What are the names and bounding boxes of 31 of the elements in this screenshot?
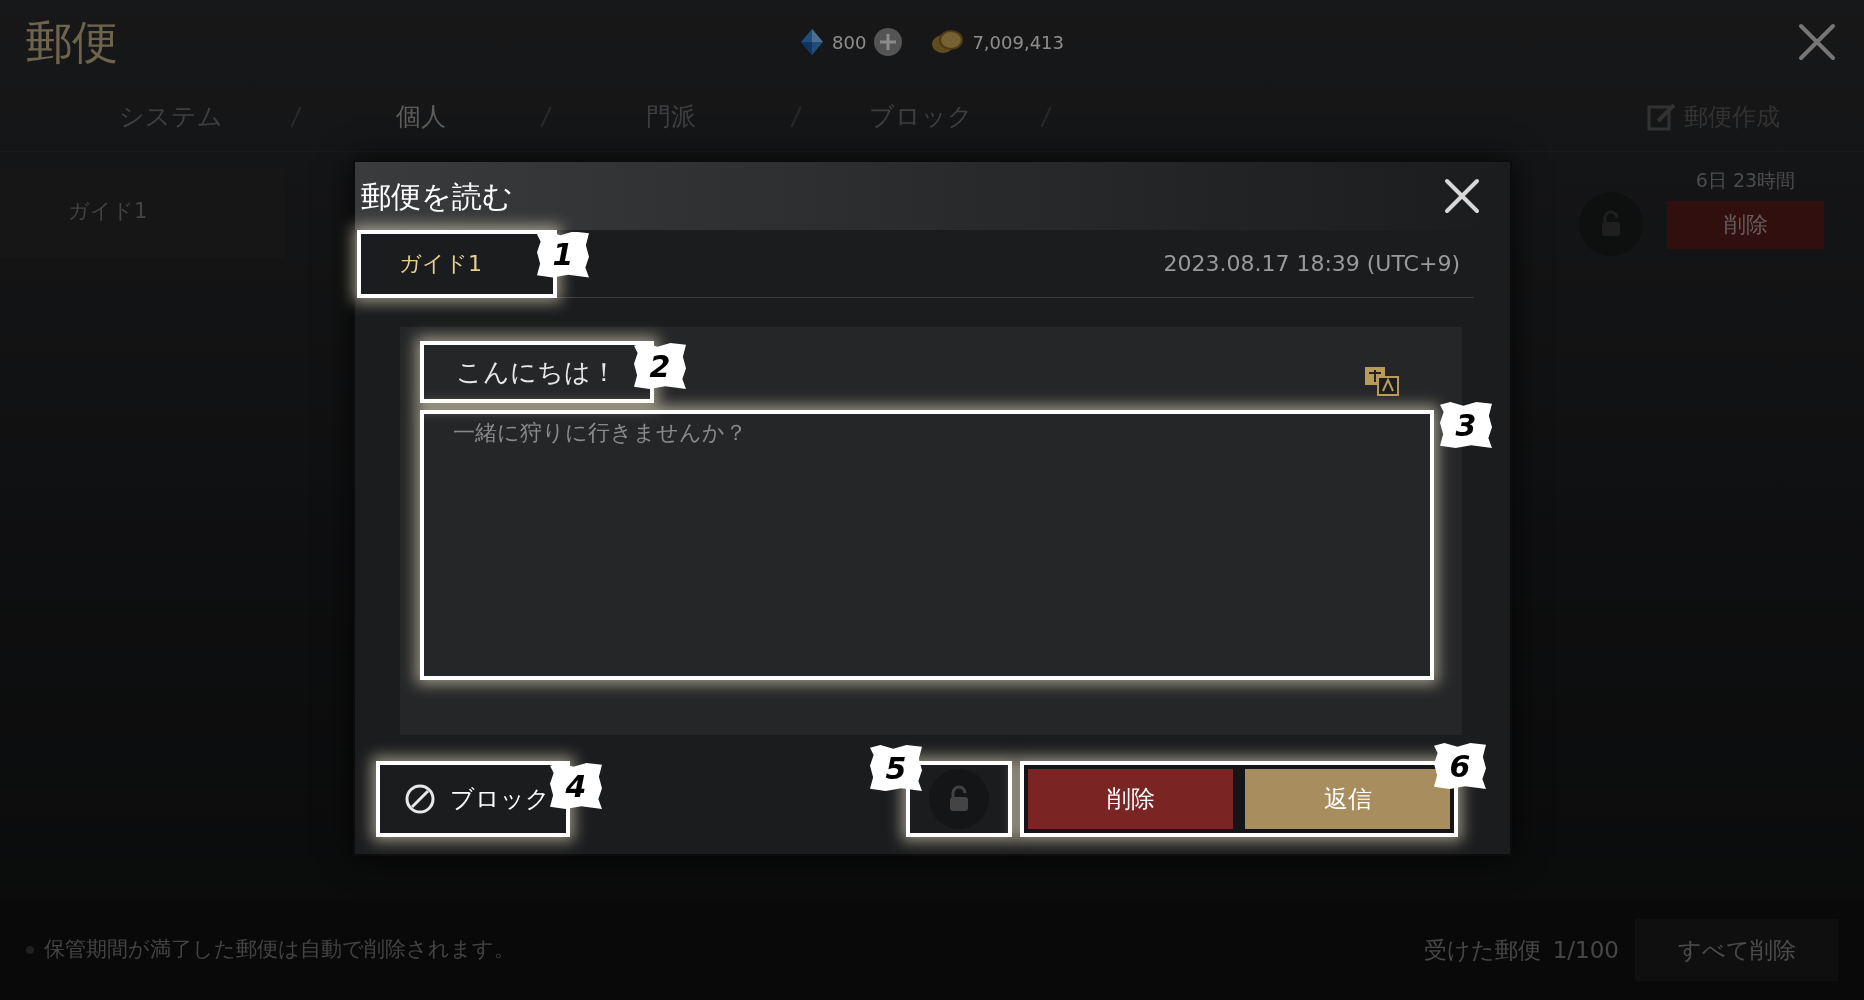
screen-title: 郵便 — [26, 14, 118, 69]
delete-button[interactable]: 削除 — [1028, 769, 1233, 829]
currency-amount: 7,009,413 — [972, 30, 1064, 55]
callout-number: 3 — [1440, 402, 1492, 448]
add-button[interactable] — [874, 28, 903, 56]
block-icon — [404, 783, 436, 815]
plus-icon — [879, 33, 898, 51]
mail-date: 2023.08.17 18:39 (UTC+9) — [1163, 250, 1460, 278]
pencil-paper-icon — [1646, 101, 1678, 133]
message-body: 一緒に狩りに行きませんか？ — [420, 410, 1434, 680]
delete-all-button[interactable]: すべて削除 — [1635, 919, 1838, 981]
close-button[interactable] — [1442, 176, 1482, 216]
lock-icon — [948, 785, 970, 813]
mail-count: 1/100 — [1552, 935, 1619, 965]
translate-icon — [1364, 366, 1400, 396]
coin-icon — [930, 28, 965, 56]
close-icon — [1798, 23, 1836, 61]
currency-amount: 800 — [832, 30, 867, 55]
callout-number: 6 — [1434, 743, 1486, 789]
callout-number: 5 — [870, 745, 922, 791]
tab[interactable]: 個人 — [297, 98, 545, 136]
translate-button[interactable] — [1364, 366, 1400, 396]
gem-icon — [800, 28, 824, 56]
dialog-title: 郵便を読む — [361, 177, 513, 216]
close-icon — [1444, 178, 1480, 214]
footer-note: 保管期間が満了した郵便は自動で削除されます。 — [44, 936, 515, 964]
time-left: 6日 23時間 — [1695, 168, 1796, 193]
callout-number: 4 — [550, 763, 602, 809]
mail-count-label: 受けた郵便 — [1423, 935, 1541, 965]
delete-button[interactable]: 削除 — [1667, 200, 1824, 249]
reply-button[interactable]: 返信 — [1245, 769, 1450, 829]
